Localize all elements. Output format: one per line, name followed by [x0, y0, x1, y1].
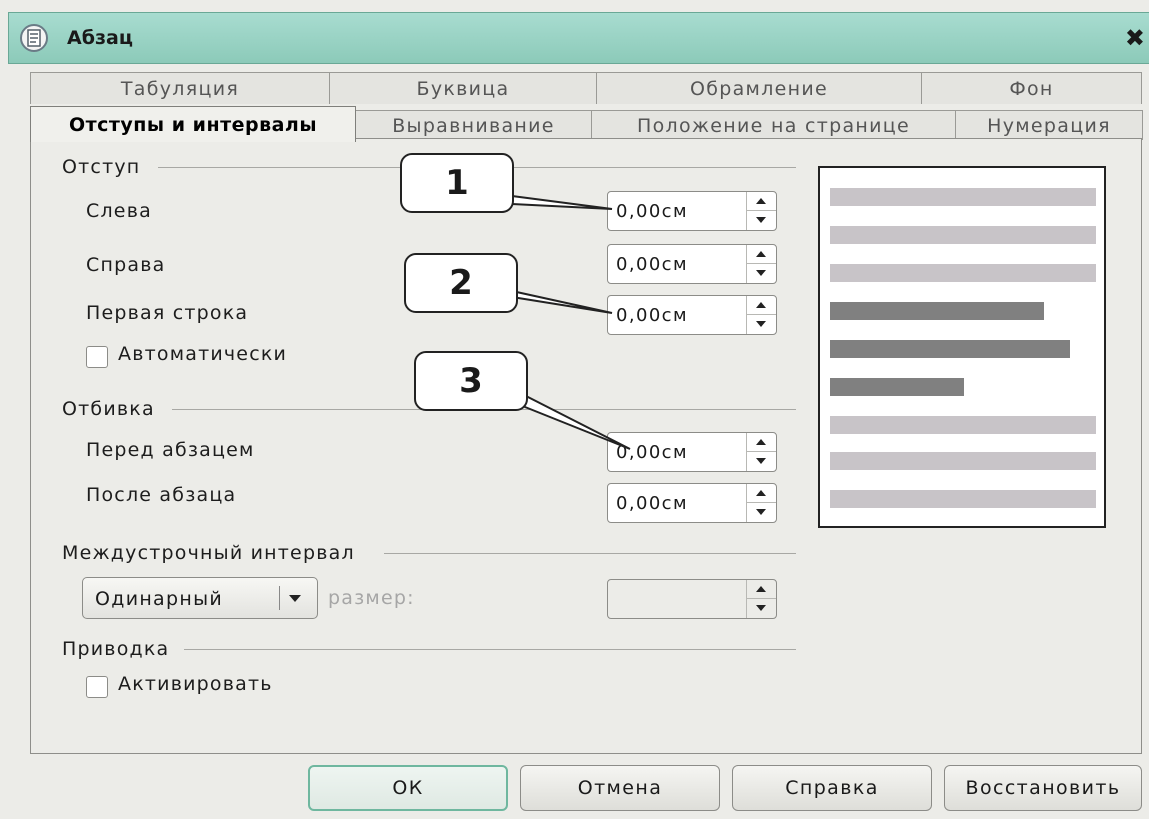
callout-2: 2 [404, 253, 518, 313]
register-activate-label[interactable]: Активировать [118, 673, 273, 695]
line-spacing-size-spinner [746, 580, 776, 618]
tab-numbering[interactable]: Нумерация [955, 110, 1143, 140]
after-paragraph-spinner [746, 484, 776, 522]
before-paragraph-spinner [746, 433, 776, 471]
preview-line-before [830, 188, 1096, 206]
indent-right-label: Справа [86, 254, 166, 276]
tab-row-top: Табуляция Буквица Обрамление Фон [30, 72, 1142, 104]
first-line-label: Первая строка [86, 302, 249, 324]
title-bar[interactable]: Абзац ✖ [8, 12, 1149, 64]
spin-up-icon[interactable] [747, 580, 776, 599]
before-paragraph-spin[interactable]: 0,00см [607, 432, 777, 472]
tab-borders[interactable]: Обрамление [596, 72, 922, 104]
indent-left-spinner [746, 192, 776, 230]
cancel-button[interactable]: Отмена [520, 765, 720, 811]
first-line-spin[interactable]: 0,00см [607, 295, 777, 335]
paragraph-dialog-icon [20, 24, 48, 52]
line-spacing-divider [384, 553, 796, 554]
preview-line-current [830, 378, 964, 396]
before-paragraph-value[interactable]: 0,00см [616, 442, 688, 463]
spin-down-icon[interactable] [747, 503, 776, 522]
line-spacing-value[interactable]: Одинарный [95, 588, 223, 610]
auto-indent-label[interactable]: Автоматически [118, 343, 287, 365]
close-icon[interactable]: ✖ [1125, 23, 1145, 53]
tab-drop-caps[interactable]: Буквица [329, 72, 597, 104]
spin-up-icon[interactable] [747, 296, 776, 315]
register-divider [184, 649, 796, 650]
indent-section-label: Отступ [62, 156, 141, 178]
first-line-value[interactable]: 0,00см [616, 305, 688, 326]
spin-down-icon[interactable] [747, 264, 776, 283]
preview-line-current [830, 302, 1044, 320]
preview-line-before [830, 264, 1096, 282]
preview-line-after [830, 416, 1096, 434]
line-spacing-section-label: Междустрочный интервал [62, 542, 355, 564]
spin-up-icon[interactable] [747, 484, 776, 503]
tab-background[interactable]: Фон [921, 72, 1142, 104]
preview-line-after [830, 452, 1096, 470]
tab-row-bottom: Отступы и интервалы Выравнивание Положен… [30, 106, 1143, 142]
spin-down-icon[interactable] [747, 599, 776, 618]
paragraph-dialog: Абзац ✖ Табуляция Буквица Обрамление Фон… [0, 0, 1149, 819]
help-button[interactable]: Справка [732, 765, 932, 811]
line-spacing-size-spin[interactable] [607, 579, 777, 619]
after-paragraph-value[interactable]: 0,00см [616, 493, 688, 514]
spacing-section-label: Отбивка [62, 398, 155, 420]
line-spacing-size-label: размер: [328, 587, 415, 609]
callout-3: 3 [414, 351, 528, 411]
indent-left-value[interactable]: 0,00см [616, 201, 688, 222]
spin-down-icon[interactable] [747, 211, 776, 230]
spin-up-icon[interactable] [747, 245, 776, 264]
combo-separator [279, 586, 280, 610]
spin-up-icon[interactable] [747, 192, 776, 211]
chevron-down-icon[interactable] [289, 595, 301, 602]
first-line-spinner [746, 296, 776, 334]
indent-left-label: Слева [86, 200, 152, 222]
paragraph-preview [818, 166, 1106, 528]
spin-down-icon[interactable] [747, 315, 776, 334]
ok-button[interactable]: ОК [308, 765, 508, 811]
tab-alignment[interactable]: Выравнивание [355, 110, 592, 140]
tab-tabs[interactable]: Табуляция [30, 72, 330, 104]
register-activate-checkbox[interactable] [86, 676, 108, 698]
preview-line-after [830, 490, 1096, 508]
spin-down-icon[interactable] [747, 452, 776, 471]
auto-indent-checkbox[interactable] [86, 346, 108, 368]
line-spacing-select[interactable]: Одинарный [82, 577, 318, 619]
reset-button[interactable]: Восстановить [944, 765, 1142, 811]
spin-up-icon[interactable] [747, 433, 776, 452]
indent-right-spinner [746, 245, 776, 283]
preview-line-current [830, 340, 1070, 358]
indent-right-spin[interactable]: 0,00см [607, 244, 777, 284]
dialog-title: Абзац [67, 27, 133, 49]
indent-left-spin[interactable]: 0,00см [607, 191, 777, 231]
tab-text-flow[interactable]: Положение на странице [591, 110, 956, 140]
before-paragraph-label: Перед абзацем [86, 439, 255, 461]
indent-right-value[interactable]: 0,00см [616, 254, 688, 275]
register-section-label: Приводка [62, 638, 170, 660]
after-paragraph-label: После абзаца [86, 484, 237, 506]
callout-1: 1 [400, 153, 514, 213]
tab-indents-spacing[interactable]: Отступы и интервалы [30, 106, 356, 142]
preview-line-before [830, 226, 1096, 244]
after-paragraph-spin[interactable]: 0,00см [607, 483, 777, 523]
